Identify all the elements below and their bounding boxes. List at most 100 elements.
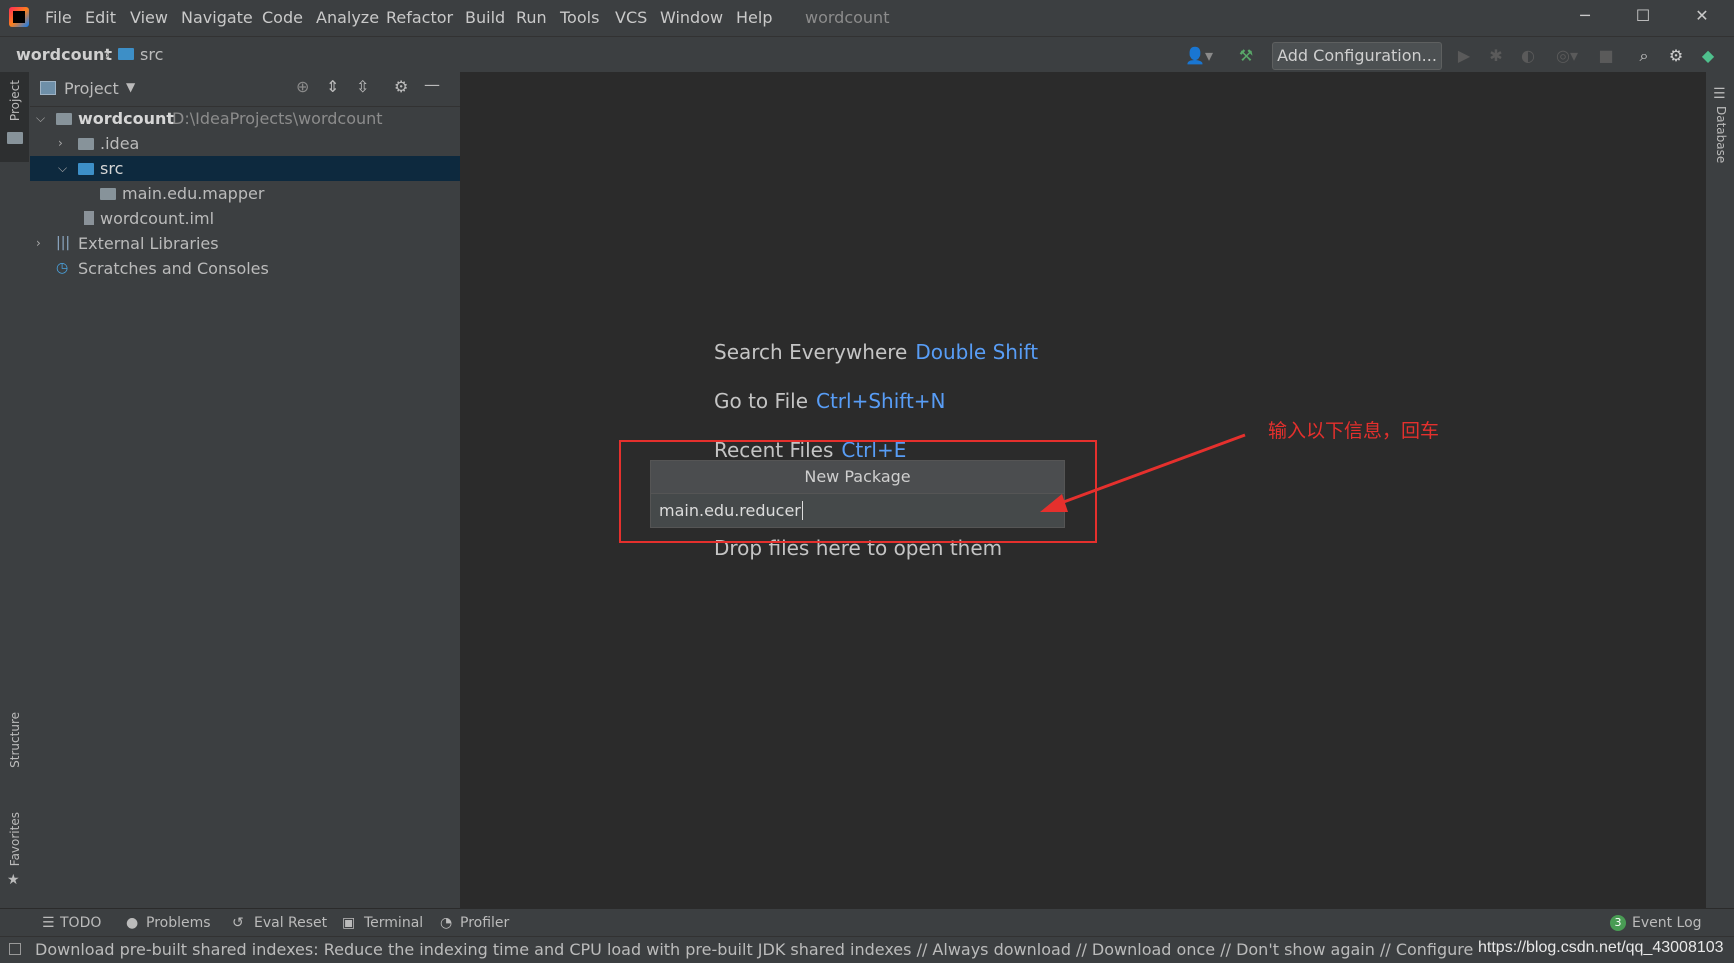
status-message[interactable]: Download pre-built shared indexes: Reduc… [35,940,1475,959]
menu-vcs[interactable]: VCS [615,8,647,27]
tree-label: wordcount [78,109,175,128]
star-icon: ★ [7,872,20,888]
hint-search-everywhere: Search Everywhere Double Shift [714,340,1038,364]
annotation-text: 输入以下信息，回车 [1268,420,1440,442]
project-panel-header: Project ▼ ⊕ ⇕ ⇳ ⚙ — [30,72,460,107]
breadcrumb-project[interactable]: wordcount [16,45,112,64]
hint-shortcut: Double Shift [915,340,1039,364]
navigation-bar: wordcount › src 👤▾ ⚒ Add Configuration..… [0,36,1734,74]
tree-row-package[interactable]: main.edu.mapper [30,181,460,206]
todo-tab[interactable]: TODO [60,915,101,931]
project-tool-tab[interactable]: Project [0,72,29,162]
tree-row-scratches[interactable]: ◷ Scratches and Consoles [30,256,460,281]
hint-shortcut: Ctrl+Shift+N [816,389,946,413]
menu-code[interactable]: Code [262,8,303,27]
tree-label: .idea [100,134,140,153]
add-configuration-button[interactable]: Add Configuration... [1272,42,1442,70]
menu-navigate[interactable]: Navigate [181,8,253,27]
stop-icon[interactable]: ■ [1596,46,1616,66]
chevron-down-icon[interactable]: ⌵ [36,106,45,131]
run-icon[interactable]: ▶ [1454,46,1474,66]
tree-row-wordcount[interactable]: ⌵ wordcount D:\IdeaProjects\wordcount [30,106,460,131]
plugin-icon[interactable]: ◆ [1698,46,1718,66]
bottom-tool-bar: ☰ TODO ● Problems ↺ Eval Reset ▣ Termina… [0,908,1734,937]
breadcrumb-folder[interactable]: src [140,45,163,64]
breadcrumb-separator-icon: › [104,45,111,64]
intellij-logo-icon [9,7,29,27]
menu-file[interactable]: File [45,8,72,27]
reset-icon: ↺ [232,915,244,931]
expand-all-icon[interactable]: ⇕ [326,77,339,96]
problems-tab[interactable]: Problems [146,915,211,931]
profile-icon[interactable]: ◎▾ [1550,46,1584,66]
search-icon[interactable]: ⌕ [1634,46,1654,66]
menu-window[interactable]: Window [660,8,723,27]
right-tool-stripe: ☰ Database [1705,72,1734,908]
tree-label: External Libraries [78,234,219,253]
scratches-icon: ◷ [56,260,69,276]
menu-refactor[interactable]: Refactor [386,8,453,27]
favorites-tab[interactable]: Favorites [8,812,22,866]
menu-analyze[interactable]: Analyze [316,8,379,27]
minimize-button[interactable]: ─ [1570,6,1600,30]
project-view-icon [40,81,56,95]
left-tool-stripe: Project Structure Favorites ★ [0,72,31,908]
tree-label: wordcount.iml [100,209,215,228]
chevron-right-icon[interactable]: › [36,231,41,256]
database-tab[interactable]: Database [1714,106,1728,163]
menu-view[interactable]: View [130,8,168,27]
project-panel: Project ▼ ⊕ ⇕ ⇳ ⚙ — ⌵ wordcount D:\IdeaP… [30,72,461,908]
annotation-arrow [1040,433,1246,512]
database-icon: ☰ [1713,86,1726,102]
status-toggle-icon[interactable] [9,943,21,955]
chevron-down-icon[interactable]: ▼ [126,80,135,94]
project-view-selector[interactable]: Project [64,79,119,98]
debug-icon[interactable]: ✱ [1486,46,1506,66]
coverage-icon[interactable]: ◐ [1518,46,1538,66]
tree-row-external-libraries[interactable]: › ||| External Libraries [30,231,460,256]
build-hammer-icon[interactable]: ⚒ [1236,46,1256,66]
menu-edit[interactable]: Edit [85,8,116,27]
folder-icon [118,48,134,60]
event-log-badge: 3 [1610,915,1626,931]
window-title: wordcount [805,8,890,27]
project-folder-icon [7,132,23,144]
hint-label: Go to File [714,389,808,413]
tree-path: D:\IdeaProjects\wordcount [172,109,383,128]
chevron-right-icon[interactable]: › [58,131,63,156]
close-button[interactable]: ✕ [1687,6,1717,30]
eval-reset-tab[interactable]: Eval Reset [254,915,327,931]
tree-row-idea[interactable]: › .idea [30,131,460,156]
todo-icon: ☰ [42,915,55,931]
hide-panel-icon[interactable]: — [424,75,440,94]
settings-gear-icon[interactable]: ⚙ [1666,46,1686,66]
profiler-tab[interactable]: Profiler [460,915,509,931]
menu-build[interactable]: Build [465,8,505,27]
annotation-highlight-box [619,440,1097,543]
vcs-user-icon[interactable]: 👤▾ [1182,46,1216,66]
structure-tab[interactable]: Structure [8,712,22,768]
chevron-down-icon[interactable]: ⌵ [58,156,67,181]
maximize-button[interactable]: ☐ [1628,6,1658,30]
problems-icon: ● [126,915,139,931]
tree-label: Scratches and Consoles [78,259,269,278]
event-log-tab[interactable]: Event Log [1632,915,1702,931]
panel-settings-icon[interactable]: ⚙ [394,77,408,96]
folder-icon [78,138,94,150]
hint-label: Search Everywhere [714,340,908,364]
menu-run[interactable]: Run [516,8,547,27]
locate-icon[interactable]: ⊕ [296,77,309,96]
project-tab-label: Project [8,80,22,122]
package-icon [100,188,116,200]
libraries-icon: ||| [56,235,71,251]
hint-go-to-file: Go to File Ctrl+Shift+N [714,389,946,413]
terminal-tab[interactable]: Terminal [364,915,423,931]
tree-row-iml[interactable]: wordcount.iml [30,206,460,231]
profiler-icon: ◔ [440,915,453,931]
tree-row-src[interactable]: ⌵ src [30,156,460,181]
collapse-all-icon[interactable]: ⇳ [356,77,369,96]
menu-tools[interactable]: Tools [560,8,599,27]
tree-label: main.edu.mapper [122,184,265,203]
menu-help[interactable]: Help [736,8,772,27]
module-folder-icon [56,113,72,125]
